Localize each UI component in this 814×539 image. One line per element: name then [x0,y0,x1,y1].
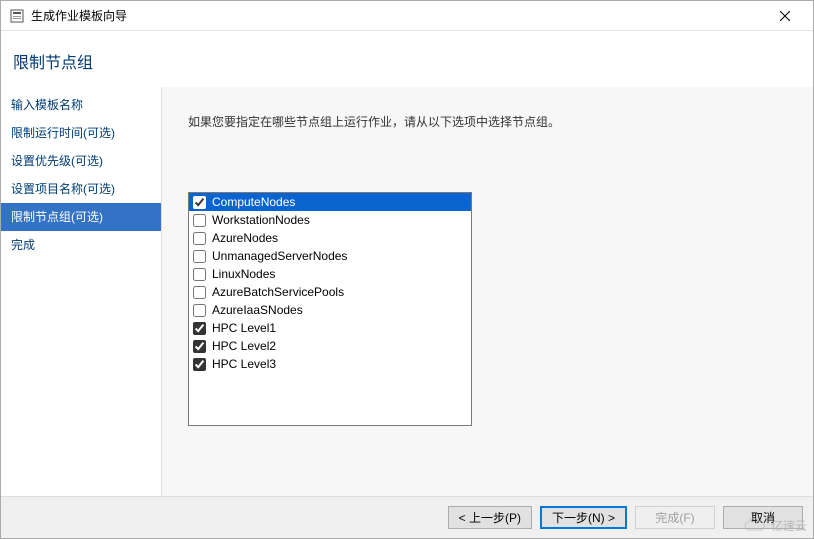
close-button[interactable] [765,2,805,30]
node-group-checkbox[interactable] [193,214,206,227]
node-group-checkbox[interactable] [193,250,206,263]
node-group-item[interactable]: WorkstationNodes [189,211,471,229]
node-group-item[interactable]: AzureIaaSNodes [189,301,471,319]
wizard-step-label: 设置项目名称(可选) [11,182,115,196]
finish-button: 完成(F) [635,506,715,529]
node-group-item[interactable]: AzureNodes [189,229,471,247]
node-group-label: HPC Level1 [212,319,276,337]
wizard-step-label: 限制节点组(可选) [11,210,103,224]
node-group-label: UnmanagedServerNodes [212,247,347,265]
wizard-step-label: 输入模板名称 [11,98,83,112]
wizard-step-item[interactable]: 设置优先级(可选) [1,147,161,175]
node-group-item[interactable]: HPC Level3 [189,355,471,373]
wizard-window: 生成作业模板向导 限制节点组 输入模板名称限制运行时间(可选) 设置优先级(可选)… [0,0,814,539]
node-group-checkbox[interactable] [193,268,206,281]
node-group-checkbox[interactable] [193,232,206,245]
main-panel: 如果您要指定在哪些节点组上运行作业，请从以下选项中选择节点组。 ComputeN… [161,87,813,496]
page-title: 限制节点组 [13,49,813,73]
node-group-item[interactable]: AzureBatchServicePools [189,283,471,301]
wizard-step-label: 限制运行时间(可选) [11,126,115,140]
node-group-label: AzureIaaSNodes [212,301,303,319]
node-group-label: AzureNodes [212,229,278,247]
wizard-step-label: 完成 [11,238,35,252]
next-button[interactable]: 下一步(N) > [540,506,627,529]
node-group-checkbox[interactable] [193,340,206,353]
wizard-step-item[interactable]: 完成 [1,231,161,259]
node-groups-listbox[interactable]: ComputeNodesWorkstationNodesAzureNodesUn… [188,192,472,426]
cancel-button[interactable]: 取消 [723,506,803,529]
wizard-step-item[interactable]: 设置项目名称(可选) [1,175,161,203]
window-title: 生成作业模板向导 [31,7,765,24]
node-group-item[interactable]: HPC Level2 [189,337,471,355]
node-group-label: HPC Level2 [212,337,276,355]
node-group-item[interactable]: HPC Level1 [189,319,471,337]
wizard-step-item[interactable]: 限制运行时间(可选) [1,119,161,147]
instruction-text: 如果您要指定在哪些节点组上运行作业，请从以下选项中选择节点组。 [188,113,787,130]
page-header: 限制节点组 [1,31,813,87]
node-group-checkbox[interactable] [193,286,206,299]
wizard-step-item[interactable]: 输入模板名称 [1,91,161,119]
titlebar: 生成作业模板向导 [1,1,813,31]
node-group-item[interactable]: LinuxNodes [189,265,471,283]
wizard-step-label: 设置优先级(可选) [11,154,103,168]
node-group-label: LinuxNodes [212,265,275,283]
node-group-checkbox[interactable] [193,322,206,335]
node-group-label: AzureBatchServicePools [212,283,344,301]
wizard-body: 输入模板名称限制运行时间(可选) 设置优先级(可选) 设置项目名称(可选) 限制节点组… [1,87,813,496]
node-group-item[interactable]: ComputeNodes [189,193,471,211]
node-group-item[interactable]: UnmanagedServerNodes [189,247,471,265]
wizard-footer: < 上一步(P) 下一步(N) > 完成(F) 取消 [1,496,813,538]
node-group-label: HPC Level3 [212,355,276,373]
wizard-steps-sidebar: 输入模板名称限制运行时间(可选) 设置优先级(可选) 设置项目名称(可选) 限制节点组… [1,87,161,496]
wizard-step-item[interactable]: 限制节点组(可选) [1,203,161,231]
node-group-checkbox[interactable] [193,358,206,371]
node-group-label: ComputeNodes [212,193,295,211]
app-icon [9,8,25,24]
node-group-checkbox[interactable] [193,196,206,209]
node-group-checkbox[interactable] [193,304,206,317]
prev-button[interactable]: < 上一步(P) [448,506,532,529]
node-group-label: WorkstationNodes [212,211,310,229]
